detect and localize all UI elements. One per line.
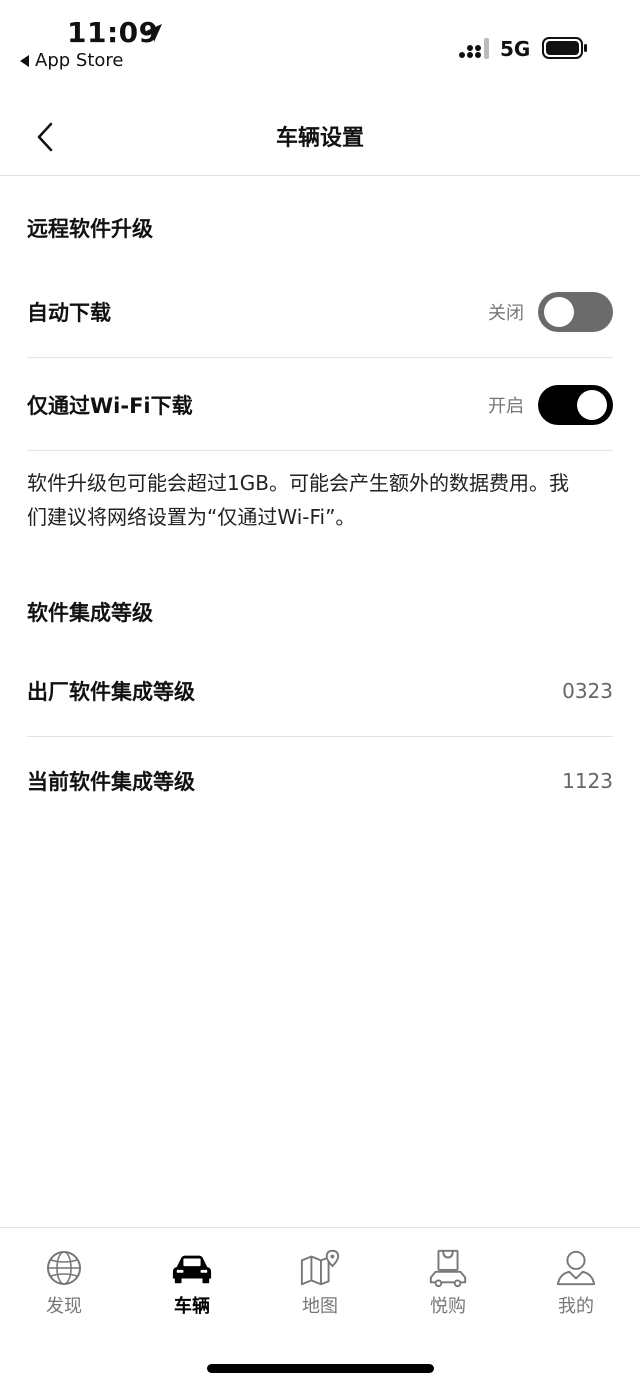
back-to-app-link[interactable]: App Store <box>20 50 123 71</box>
upgrade-description: 软件升级包可能会超过1GB。可能会产生额外的数据费用。我们建议将网络设置为“仅通… <box>27 471 569 529</box>
back-app-label: App Store <box>35 50 124 71</box>
wifi-only-row: 仅通过Wi-Fi下载 开启 <box>27 359 613 451</box>
tab-map[interactable]: 地图 <box>256 1228 384 1337</box>
wifi-only-label: 仅通过Wi-Fi下载 <box>27 393 193 418</box>
signal-icon <box>459 38 489 59</box>
toggle-knob <box>577 389 607 420</box>
factory-level-value: 0323 <box>562 678 613 703</box>
wifi-only-toggle[interactable] <box>538 384 613 425</box>
factory-level-row: 出厂软件集成等级 0323 <box>27 645 613 737</box>
map-icon <box>300 1249 340 1286</box>
tab-discover[interactable]: 发现 <box>0 1228 128 1337</box>
current-level-row: 当前软件集成等级 1123 <box>27 735 613 827</box>
globe-icon <box>47 1251 81 1285</box>
location-arrow-icon <box>144 24 162 42</box>
tab-label: 车辆 <box>174 1296 210 1317</box>
network-type: 5G <box>500 37 531 61</box>
auto-download-toggle[interactable] <box>538 291 613 332</box>
remote-update-section-title: 远程软件升级 <box>27 217 153 241</box>
factory-level-label: 出厂软件集成等级 <box>27 679 195 704</box>
toggle-knob <box>544 296 574 327</box>
integration-section-title: 软件集成等级 <box>27 601 153 625</box>
tab-vehicle[interactable]: 车辆 <box>128 1228 256 1337</box>
car-icon <box>172 1255 212 1284</box>
wifi-only-state: 开启 <box>488 395 524 417</box>
tab-shop[interactable]: 悦购 <box>384 1228 512 1337</box>
auto-download-label: 自动下载 <box>27 300 111 325</box>
auto-download-row: 自动下载 关闭 <box>27 266 613 358</box>
page-title: 车辆设置 <box>275 126 364 151</box>
bottom-tab-bar: 发现 车辆 地图 悦购 我的 <box>0 1227 640 1337</box>
person-icon <box>556 1250 596 1286</box>
nav-header: 车辆设置 <box>0 96 640 176</box>
tab-label: 发现 <box>46 1296 82 1317</box>
shopping-car-icon <box>429 1249 467 1288</box>
tab-label: 地图 <box>302 1296 338 1317</box>
tab-profile[interactable]: 我的 <box>512 1228 640 1337</box>
tab-label: 悦购 <box>430 1296 466 1317</box>
current-level-value: 1123 <box>562 769 613 793</box>
tab-label: 我的 <box>558 1296 594 1317</box>
battery-icon <box>542 37 587 59</box>
back-triangle-icon <box>20 54 29 67</box>
current-level-label: 当前软件集成等级 <box>27 770 195 794</box>
auto-download-state: 关闭 <box>488 302 524 324</box>
status-bar: 11:09 App Store 5G <box>0 0 640 80</box>
home-indicator <box>207 1364 434 1373</box>
